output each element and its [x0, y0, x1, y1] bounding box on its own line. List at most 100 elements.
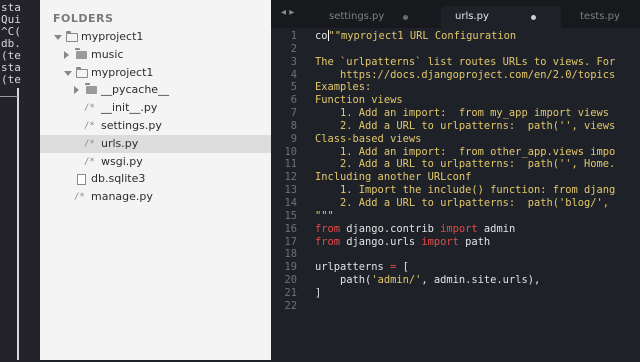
- terminal-border: [17, 88, 19, 360]
- tab-label: tests.py: [580, 11, 620, 22]
- tree-item-label: music: [91, 47, 124, 61]
- code-token: path(: [315, 274, 372, 287]
- code-line: 12 Including another URLconf: [271, 171, 640, 184]
- line-number: 2: [290, 42, 297, 55]
- code-token: """: [315, 209, 334, 222]
- code-token: The `urlpatterns` list routes URLs to vi…: [315, 55, 616, 68]
- code-line-text: ]: [315, 287, 321, 300]
- code-token: path: [458, 235, 491, 248]
- tab-nav-arrows-icon[interactable]: ◂ ▸: [281, 7, 294, 18]
- line-number: 3: [290, 55, 297, 68]
- tree-item[interactable]: myproject1: [40, 64, 271, 82]
- code-token: import: [421, 235, 459, 248]
- line-number: 19: [284, 261, 297, 274]
- chevron-down-icon[interactable]: [64, 70, 72, 76]
- python-file-icon: /*: [84, 156, 95, 167]
- chevron-right-icon[interactable]: [74, 86, 79, 95]
- line-number: 13: [284, 184, 297, 197]
- tab-urls-py[interactable]: urls.py: [441, 6, 561, 28]
- code-token: 'admin/': [371, 274, 422, 287]
- line-number: 14: [284, 196, 297, 209]
- terminal-line: (te: [1, 73, 21, 86]
- tree-item[interactable]: /* wsgi.py: [40, 153, 271, 171]
- document-icon: [77, 174, 86, 186]
- tree-item[interactable]: myproject1: [40, 28, 271, 46]
- code-token: 2. Add a URL to urlpatterns: path('', Ho…: [315, 158, 616, 171]
- code-token: Examples:: [315, 81, 372, 94]
- code-line: 14 2. Add a URL to urlpatterns: path('bl…: [271, 197, 640, 210]
- code-line: 7 1. Add an import: from my_app import v…: [271, 107, 640, 120]
- tree-item[interactable]: music: [40, 46, 271, 64]
- terminal-panel[interactable]: sta Qui ^C(db. (te sta (te: [0, 0, 40, 362]
- code-line: 13 1. Import the include() function: fro…: [271, 184, 640, 197]
- tab-bar: ◂ ▸ settings.py urls.py tests.py: [271, 0, 640, 28]
- chevron-right-icon[interactable]: [64, 50, 69, 59]
- code-line: 20 path('admin/', admin.site.urls),: [271, 274, 640, 287]
- tab-label: settings.py: [329, 11, 385, 22]
- code-token: admin: [477, 222, 516, 235]
- tree-item-label: myproject1: [81, 30, 144, 43]
- tree-item-label: wsgi.py: [101, 154, 143, 168]
- line-number: 17: [284, 235, 297, 248]
- tab-label: urls.py: [455, 11, 489, 22]
- python-file-icon: /*: [84, 138, 95, 149]
- line-number: 7: [290, 107, 297, 120]
- code-line: 16 from django.contrib import admin: [271, 223, 640, 236]
- line-number: 15: [284, 209, 297, 222]
- code-token: django.urls: [340, 235, 422, 248]
- code-line-text: Including another URLconf: [315, 171, 471, 184]
- line-number: 18: [284, 248, 297, 261]
- code-token: 1. Add an import: from other_app.views i…: [315, 145, 616, 158]
- tree-item[interactable]: /* urls.py: [40, 134, 271, 153]
- code-token: co: [315, 30, 328, 42]
- close-tab-icon[interactable]: [403, 15, 408, 20]
- sidebar-title: FOLDERS: [53, 12, 114, 25]
- chevron-down-icon[interactable]: [54, 35, 62, 40]
- code-line-text: Class-based views: [315, 133, 421, 146]
- code-editor[interactable]: ◂ ▸ settings.py urls.py tests.py 1 co""mypr…: [271, 0, 640, 360]
- code-token: django.contrib: [340, 222, 441, 235]
- line-number: 1: [290, 30, 297, 42]
- tree-item[interactable]: /* __init__.py: [40, 99, 271, 117]
- tab-settings-py[interactable]: settings.py: [315, 6, 433, 28]
- sidebar: FOLDERS myproject1 music myproject1 __pycac…: [40, 0, 271, 360]
- python-file-icon: /*: [84, 103, 95, 114]
- code-line: 9 Class-based views: [271, 133, 640, 146]
- code-token: Function views: [315, 94, 403, 107]
- code-line: 8 2. Add a URL to urlpatterns: path('', …: [271, 120, 640, 133]
- line-number: 5: [290, 81, 297, 94]
- tree-item[interactable]: /* settings.py: [40, 117, 271, 135]
- code-token: ]: [315, 286, 322, 299]
- python-file-icon: /*: [74, 192, 85, 203]
- code-line: 1 co""myproject1 URL Configuration: [271, 30, 640, 43]
- code-token: 2. Add a URL to urlpatterns: path('blog/…: [315, 196, 610, 209]
- tab-tests-py[interactable]: tests.py: [566, 6, 640, 28]
- code-token: Including another URLconf: [315, 171, 472, 184]
- code-line-text: from django.urls import path: [315, 236, 490, 249]
- folder-open-icon: [66, 31, 78, 42]
- code-line: 2: [271, 43, 640, 56]
- code-token: ""myproject1 URL Configuration: [328, 30, 517, 42]
- code-line: 19 urlpatterns = [: [271, 261, 640, 274]
- tree-item-label: settings.py: [101, 119, 162, 132]
- code-line-text: 2. Add a URL to urlpatterns: path('blog/…: [315, 197, 609, 210]
- code-line: 15 """: [271, 210, 640, 223]
- code-token: import: [440, 222, 478, 235]
- tree-item[interactable]: __pycache__: [40, 81, 271, 99]
- tree-item[interactable]: /* manage.py: [40, 188, 271, 206]
- code-line-text: 1. Import the include() function: from d…: [315, 184, 615, 197]
- code-token: 2. Add a URL to urlpatterns: path('', vi…: [315, 119, 616, 132]
- code-line-text: path('admin/', admin.site.urls),: [315, 274, 540, 287]
- code-line: 18: [271, 248, 640, 261]
- code-line-text: Examples:: [315, 81, 371, 94]
- code-token: from: [315, 235, 341, 248]
- tree-item[interactable]: db.sqlite3: [40, 170, 271, 188]
- code-line-text: """: [315, 210, 334, 223]
- code-token: https://docs.djangoproject.com/en/2.0/to…: [315, 68, 616, 81]
- code-line-text: https://docs.djangoproject.com/en/2.0/to…: [315, 69, 615, 82]
- line-number: 21: [284, 286, 297, 299]
- tree-item-label: myproject1: [91, 65, 154, 79]
- close-tab-icon[interactable]: [531, 15, 536, 20]
- code-area[interactable]: 1 co""myproject1 URL Configuration 2 3 The `…: [271, 30, 640, 313]
- code-line: 4 https://docs.djangoproject.com/en/2.0/…: [271, 69, 640, 82]
